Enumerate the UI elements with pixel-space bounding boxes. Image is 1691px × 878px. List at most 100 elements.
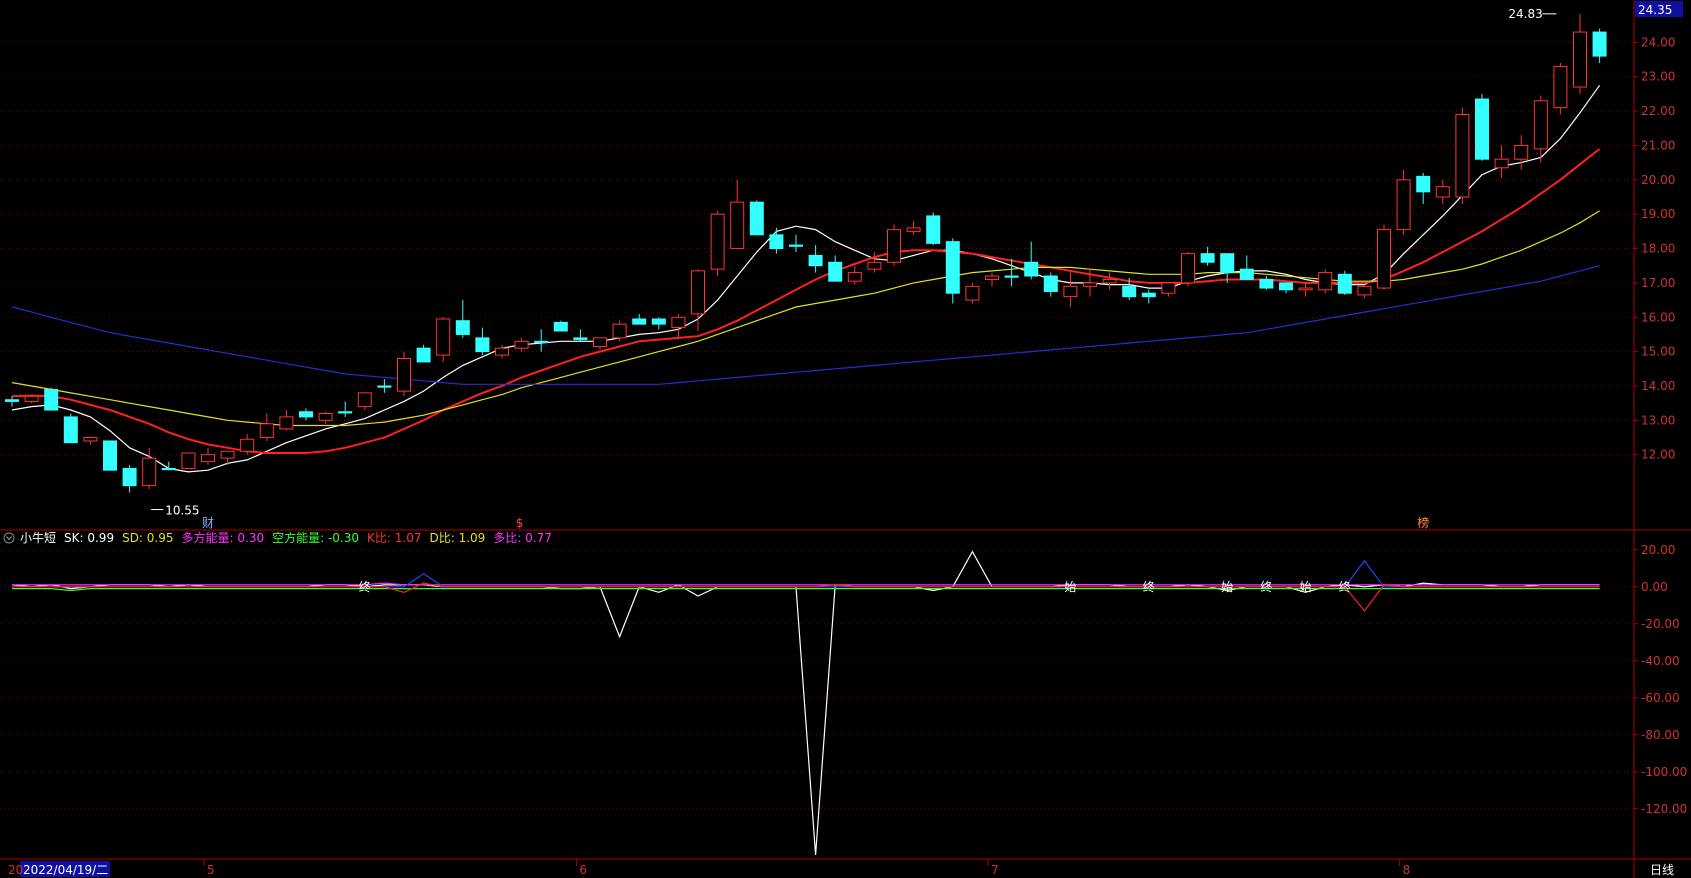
candle bbox=[63, 413, 78, 444]
candle-body bbox=[1298, 287, 1313, 291]
candle-body bbox=[808, 254, 823, 267]
candle-body bbox=[455, 320, 470, 335]
candle-body bbox=[495, 347, 509, 356]
indicator-tick-label: -20.00 bbox=[1641, 617, 1680, 631]
month-tick-label: 8 bbox=[1403, 863, 1411, 877]
event-marker: 榜 bbox=[1417, 515, 1429, 530]
candle-body bbox=[103, 440, 117, 471]
candle-body bbox=[671, 316, 686, 329]
candle-body bbox=[1102, 278, 1117, 284]
candle-body bbox=[122, 467, 137, 487]
candle-body bbox=[632, 318, 647, 325]
candle-body bbox=[828, 261, 843, 282]
legend-item: 空方能量: -0.30 bbox=[272, 530, 359, 545]
signal-label: 始 bbox=[1300, 580, 1312, 594]
stock-chart[interactable]: 24.00 23.00 22.00 21.00 20.00 19.00 18.00 17.00… bbox=[0, 0, 1691, 878]
candle-body bbox=[1318, 272, 1333, 291]
candle-body bbox=[475, 337, 490, 353]
legend-item: K比: 1.07 bbox=[367, 531, 421, 545]
candle-body bbox=[730, 201, 745, 250]
candle-body bbox=[985, 275, 999, 280]
indicator-tick-label: -120.00 bbox=[1641, 802, 1687, 816]
low-price-label: 10.55 bbox=[165, 504, 199, 518]
current-price-label: 24.35 bbox=[1638, 3, 1672, 17]
indicator-tick-label: 20.00 bbox=[1641, 543, 1675, 557]
price-tick-label: 21.00 bbox=[1641, 138, 1675, 152]
candle-body bbox=[279, 416, 294, 430]
candle-body bbox=[691, 270, 705, 315]
candle-body bbox=[945, 241, 960, 294]
period-label[interactable]: 日线 bbox=[1650, 863, 1674, 877]
event-marker: 财 bbox=[202, 516, 214, 530]
candle-body bbox=[965, 285, 980, 301]
price-tick-label: 15.00 bbox=[1641, 345, 1675, 359]
signal-label: 终 bbox=[1260, 579, 1272, 594]
month-tick-label: 5 bbox=[207, 863, 215, 877]
candle-body bbox=[789, 244, 803, 247]
candle-body bbox=[1435, 186, 1450, 198]
signal-label: 终 bbox=[359, 579, 371, 594]
candle-body bbox=[299, 411, 313, 418]
legend-item: 小牛短 bbox=[20, 530, 56, 545]
candle-body bbox=[926, 215, 941, 244]
indicator-tick-label: -40.00 bbox=[1641, 654, 1680, 668]
candle-body bbox=[1161, 282, 1176, 294]
candle-body bbox=[1239, 268, 1254, 280]
candle-body bbox=[1024, 261, 1039, 277]
legend-item: SD: 0.95 bbox=[122, 531, 173, 545]
candle-body bbox=[161, 467, 176, 471]
price-tick-label: 20.00 bbox=[1641, 173, 1675, 187]
candle bbox=[24, 394, 39, 404]
candle-body bbox=[1514, 144, 1529, 160]
price-tick-label: 18.00 bbox=[1641, 242, 1675, 256]
candle-body bbox=[338, 411, 353, 414]
month-tick-label: 7 bbox=[991, 863, 999, 877]
indicator-tick-label: -60.00 bbox=[1641, 691, 1680, 705]
price-tick-label: 24.00 bbox=[1641, 35, 1675, 49]
price-tick-label: 12.00 bbox=[1641, 448, 1675, 462]
candle-body bbox=[5, 399, 19, 402]
candle-body bbox=[847, 272, 862, 282]
candle-body bbox=[1259, 278, 1274, 289]
candle-body bbox=[44, 388, 59, 411]
candle-body bbox=[1592, 31, 1607, 57]
candle-body bbox=[1396, 179, 1411, 231]
candle bbox=[749, 200, 764, 236]
signal-label: 始 bbox=[1221, 580, 1233, 594]
candle-body bbox=[1553, 65, 1568, 109]
candle bbox=[710, 210, 725, 277]
candle bbox=[887, 224, 901, 266]
candle-body bbox=[240, 438, 255, 452]
candle-body bbox=[749, 201, 764, 236]
price-tick-label: 22.00 bbox=[1641, 104, 1675, 118]
candle bbox=[397, 351, 411, 397]
candle-body bbox=[220, 450, 235, 459]
candle-body bbox=[573, 337, 588, 341]
candle-body bbox=[534, 340, 549, 344]
candle-body bbox=[1533, 100, 1548, 150]
candle bbox=[1455, 107, 1470, 204]
candle bbox=[1337, 270, 1352, 295]
candle-body bbox=[1083, 282, 1097, 287]
candle bbox=[103, 440, 117, 471]
legend-item: D比: 1.09 bbox=[429, 531, 485, 545]
candle bbox=[1377, 224, 1391, 290]
candle-body bbox=[201, 454, 215, 463]
candle-body bbox=[1416, 175, 1431, 193]
status-left-code: 20 bbox=[8, 863, 23, 877]
candle-body bbox=[906, 227, 921, 232]
candle-body bbox=[1377, 229, 1391, 289]
candle bbox=[612, 320, 627, 342]
candle-body bbox=[24, 395, 39, 402]
candle-body bbox=[318, 412, 333, 421]
candle-body bbox=[651, 318, 666, 325]
candle-body bbox=[1181, 253, 1195, 284]
candle-body bbox=[612, 323, 627, 339]
price-tick-label: 19.00 bbox=[1641, 207, 1675, 221]
candle-body bbox=[181, 452, 196, 469]
legend-item: SK: 0.99 bbox=[64, 531, 114, 545]
candle-body bbox=[397, 357, 411, 392]
candle-body bbox=[1357, 285, 1372, 296]
candle-body bbox=[593, 337, 607, 347]
candle bbox=[1553, 62, 1568, 115]
